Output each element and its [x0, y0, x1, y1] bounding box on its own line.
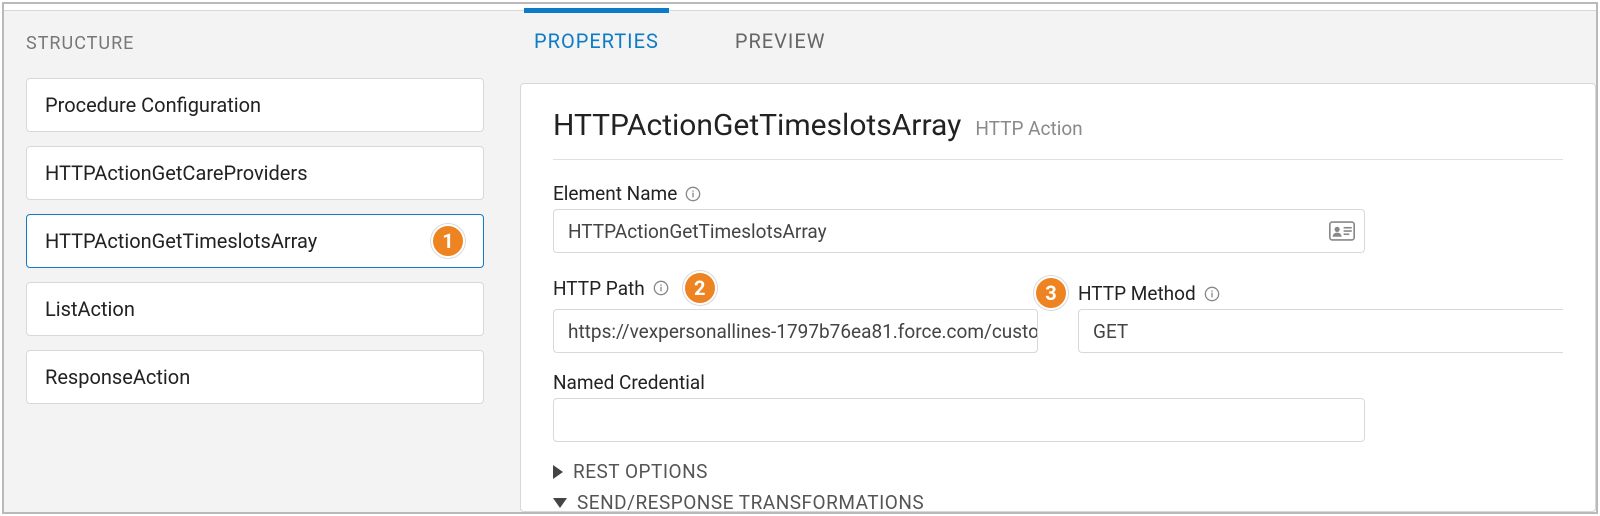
content-area: STRUCTURE Procedure Configuration HTTPAc… — [4, 11, 1596, 512]
row-named-credential: Named Credential — [553, 371, 1563, 442]
properties-panel: HTTPActionGetTimeslotsArray HTTP Action … — [520, 83, 1596, 512]
http-path-input[interactable]: https://vexpersonallines-1797b76ea81.for… — [553, 309, 1038, 353]
disclosure-label: REST OPTIONS — [573, 460, 708, 483]
chevron-down-icon — [553, 498, 567, 508]
label-element-name: Element Name — [553, 182, 1563, 205]
label-text: HTTP Path — [553, 277, 645, 300]
sidebar-item-label: ListAction — [45, 297, 135, 321]
label-text: Element Name — [553, 182, 677, 205]
sidebar-item-label: Procedure Configuration — [45, 93, 261, 117]
label-http-method: HTTP Method — [1078, 282, 1563, 305]
sidebar-item-procedure-configuration[interactable]: Procedure Configuration — [26, 78, 484, 132]
panel-wrap: HTTPActionGetTimeslotsArray HTTP Action … — [504, 67, 1596, 512]
group-http-path: HTTP Path 2 https://vexpersonallines-179… — [553, 271, 1038, 353]
tab-bar: PROPERTIES PREVIEW — [504, 11, 1596, 67]
input-wrap-element-name: HTTPActionGetTimeslotsArray — [553, 209, 1563, 253]
tab-properties[interactable]: PROPERTIES — [524, 15, 669, 67]
group-http-method: 3 HTTP Method GET — [1078, 282, 1563, 353]
app-frame: STRUCTURE Procedure Configuration HTTPAc… — [2, 2, 1598, 514]
label-named-credential: Named Credential — [553, 371, 1365, 394]
sidebar-item-list: Procedure Configuration HTTPActionGetCar… — [26, 78, 484, 404]
element-name-input[interactable]: HTTPActionGetTimeslotsArray — [553, 209, 1365, 253]
info-icon — [653, 280, 669, 296]
label-text: HTTP Method — [1078, 282, 1196, 305]
contact-card-icon — [1329, 220, 1355, 242]
callout-badge-3: 3 — [1034, 276, 1068, 310]
sidebar-title: STRUCTURE — [26, 33, 484, 54]
sidebar-item-http-action-get-care-providers[interactable]: HTTPActionGetCareProviders — [26, 146, 484, 200]
disclosure-label: SEND/RESPONSE TRANSFORMATIONS — [577, 491, 924, 512]
disclosure-rest-options[interactable]: REST OPTIONS — [553, 460, 1563, 483]
sidebar-item-label: ResponseAction — [45, 365, 190, 389]
http-method-select[interactable]: GET — [1078, 309, 1563, 353]
callout-badge-2: 2 — [683, 271, 717, 305]
group-element-name: Element Name HTTPActionGetTimeslotsArray — [553, 182, 1563, 253]
main-area: PROPERTIES PREVIEW HTTPActionGetTimeslot… — [504, 11, 1596, 512]
sidebar-item-label: HTTPActionGetTimeslotsArray — [45, 229, 317, 253]
panel-title: HTTPActionGetTimeslotsArray — [553, 108, 961, 143]
disclosure-send-response-transformations[interactable]: SEND/RESPONSE TRANSFORMATIONS — [553, 491, 1563, 512]
row-element-name: Element Name HTTPActionGetTimeslotsArray — [553, 182, 1563, 253]
named-credential-input[interactable] — [553, 398, 1365, 442]
label-http-path: HTTP Path 2 — [553, 271, 1038, 305]
callout-badge-1: 1 — [431, 224, 465, 258]
sidebar-item-label: HTTPActionGetCareProviders — [45, 161, 308, 185]
chevron-right-icon — [553, 465, 563, 479]
structure-sidebar: STRUCTURE Procedure Configuration HTTPAc… — [4, 11, 504, 512]
top-divider — [4, 4, 1596, 11]
label-text: Named Credential — [553, 371, 705, 394]
group-named-credential: Named Credential — [553, 371, 1365, 442]
row-http-path-method: HTTP Path 2 https://vexpersonallines-179… — [553, 271, 1563, 353]
sidebar-item-response-action[interactable]: ResponseAction — [26, 350, 484, 404]
panel-header: HTTPActionGetTimeslotsArray HTTP Action — [553, 108, 1563, 160]
panel-subtitle: HTTP Action — [975, 117, 1082, 140]
info-icon — [1204, 286, 1220, 302]
info-icon — [685, 186, 701, 202]
tab-preview[interactable]: PREVIEW — [725, 15, 836, 67]
sidebar-item-http-action-get-timeslots-array[interactable]: HTTPActionGetTimeslotsArray 1 — [26, 214, 484, 268]
sidebar-item-list-action[interactable]: ListAction — [26, 282, 484, 336]
